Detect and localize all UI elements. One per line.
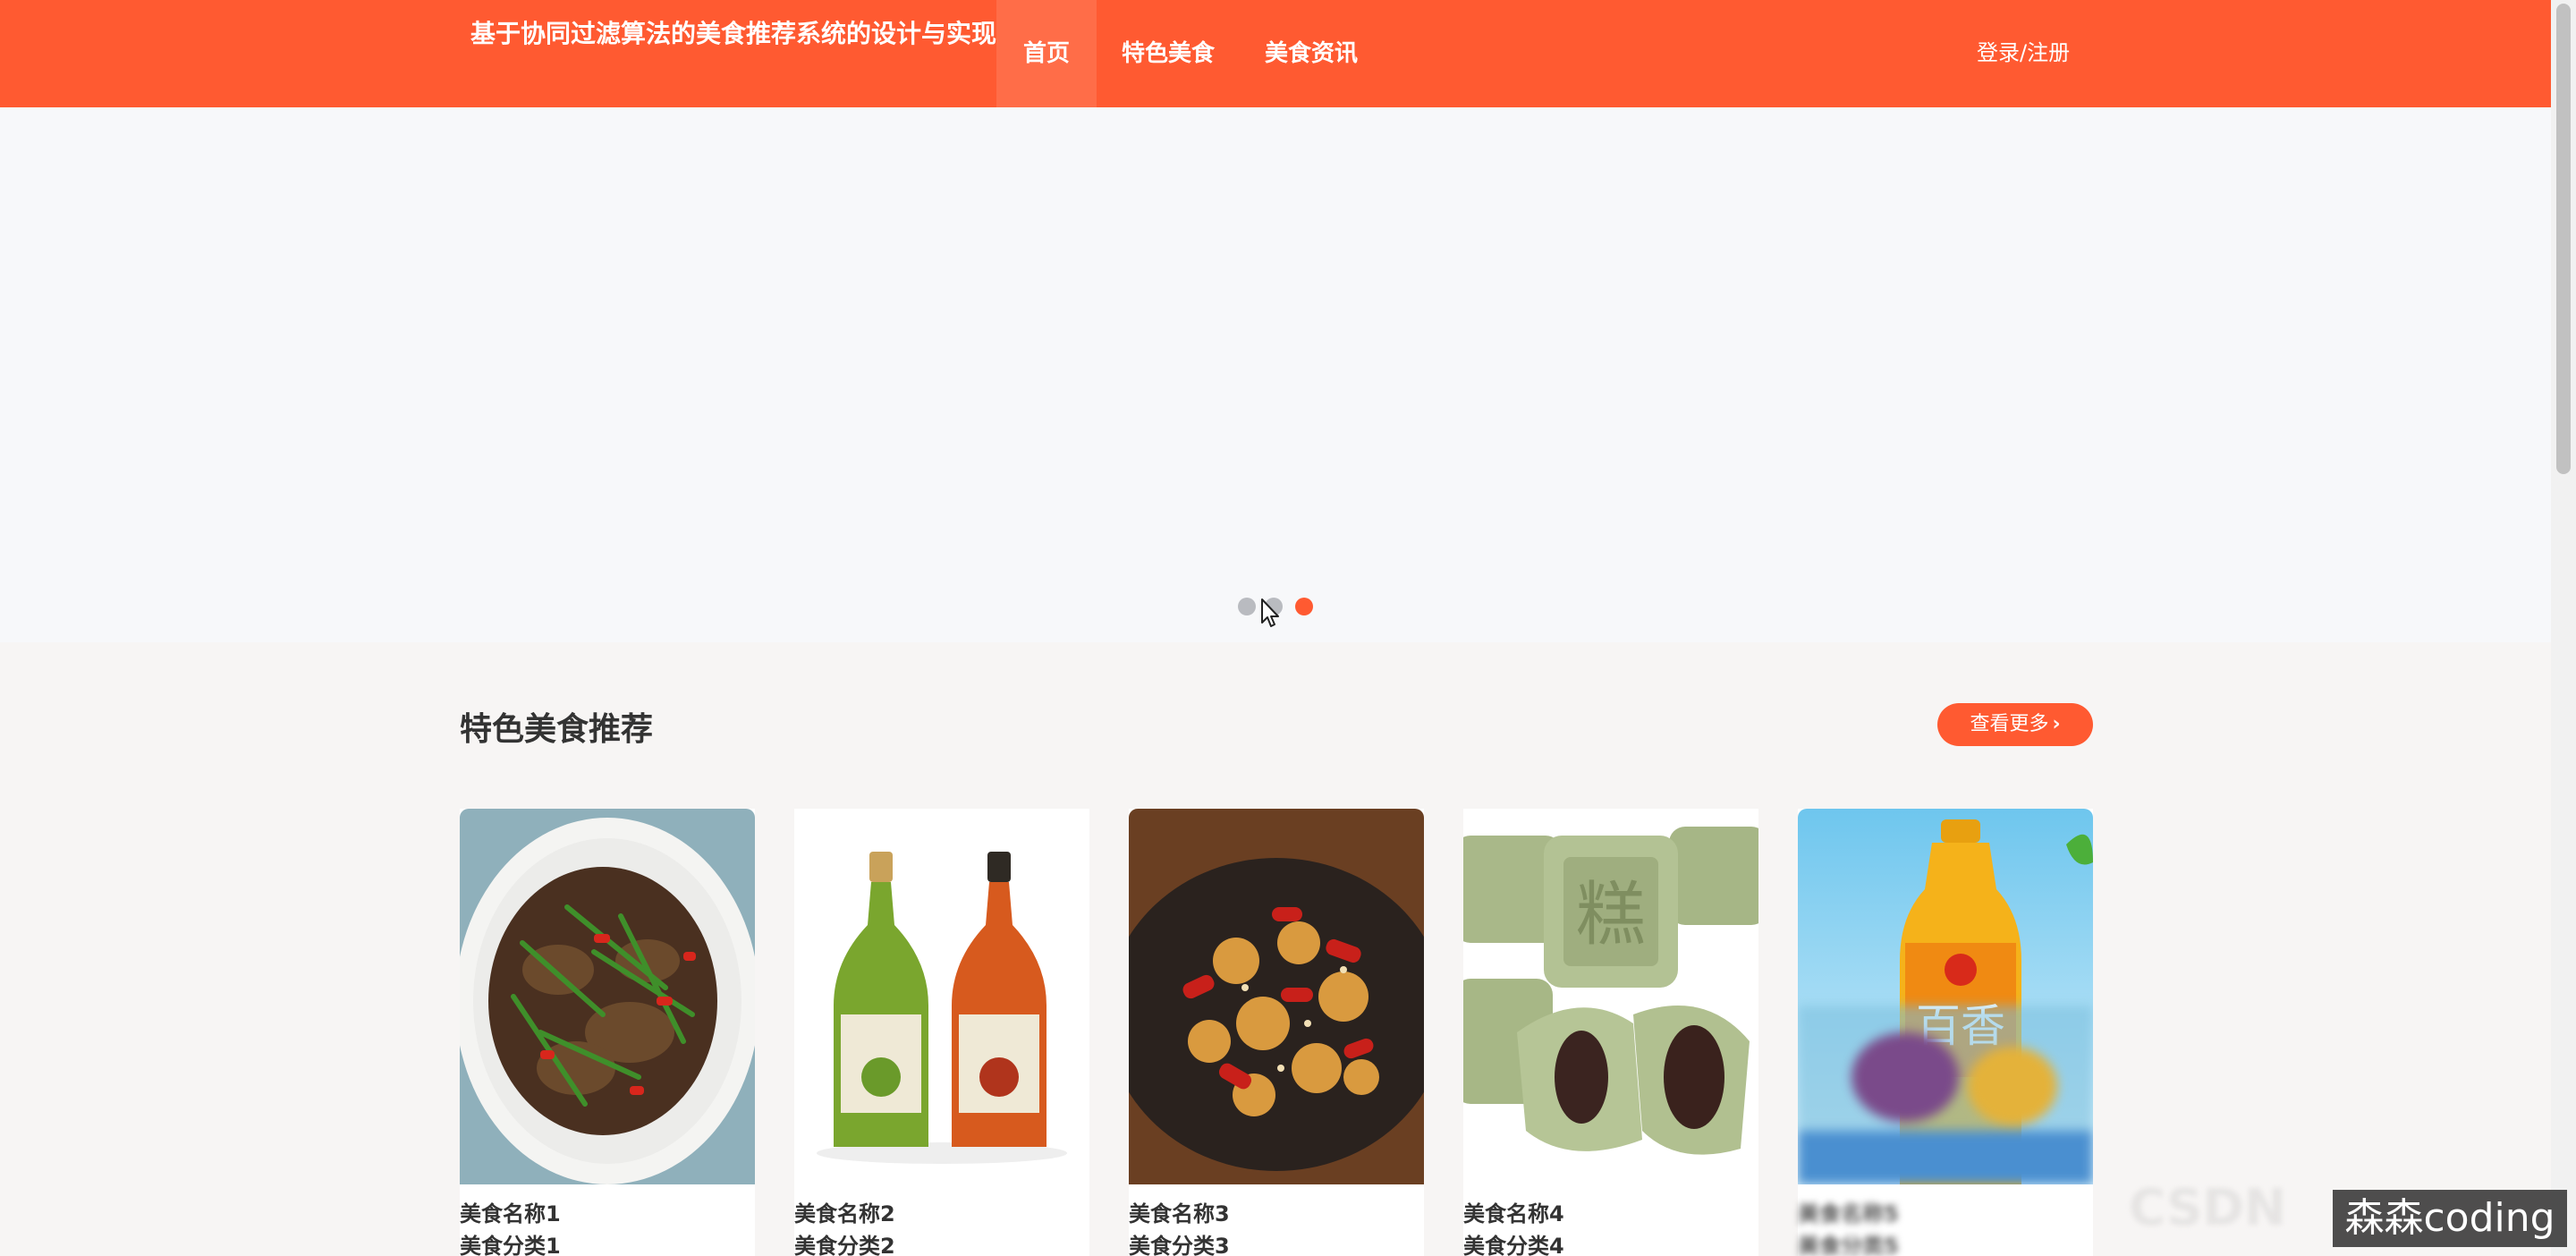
food-image-bottled-fruit-tea[interactable]: 百香 bbox=[1798, 809, 2093, 1184]
nav-featured-food[interactable]: 特色美食 bbox=[1097, 0, 1240, 107]
chevron-right-icon: › bbox=[2052, 713, 2061, 735]
blurred-watermark: CSDN bbox=[2129, 1179, 2286, 1237]
food-card[interactable]: 美食名称2 美食分类2 bbox=[794, 809, 1089, 1256]
view-more-label: 查看更多 bbox=[1970, 713, 2049, 735]
carousel-dot-1[interactable] bbox=[1238, 598, 1256, 615]
nav-home[interactable]: 首页 bbox=[996, 0, 1097, 107]
food-image-kung-pao-chicken[interactable] bbox=[1129, 809, 1424, 1184]
food-image-green-bean-cakes[interactable]: 糕 bbox=[1463, 809, 1758, 1184]
food-card[interactable]: 百香 美食名称5 美食分类5 bbox=[1798, 809, 2093, 1256]
banner-carousel[interactable] bbox=[0, 107, 2551, 642]
login-register-link[interactable]: 登录/注册 bbox=[1977, 0, 2070, 107]
carousel-dot-3[interactable] bbox=[1295, 598, 1313, 615]
food-card[interactable]: 美食名称3 美食分类3 bbox=[1129, 809, 1424, 1256]
food-name: 美食名称5 bbox=[1798, 1201, 1899, 1226]
food-category: 美食分类3 bbox=[1129, 1234, 1230, 1256]
food-name: 美食名称2 bbox=[794, 1201, 895, 1226]
mouse-cursor-icon bbox=[1261, 598, 1279, 627]
food-image-juice-bottles[interactable] bbox=[794, 809, 1089, 1184]
svg-text:糕: 糕 bbox=[1576, 875, 1646, 955]
food-category: 美食分类1 bbox=[460, 1234, 561, 1256]
food-card[interactable]: 美食名称1 美食分类1 bbox=[460, 809, 755, 1256]
food-category: 美食分类4 bbox=[1463, 1234, 1564, 1256]
view-more-button[interactable]: 查看更多 › bbox=[1937, 703, 2093, 746]
food-image-stir-fried-beef[interactable] bbox=[460, 809, 755, 1184]
site-title: 基于协同过滤算法的美食推荐系统的设计与实现 bbox=[470, 19, 996, 48]
food-category: 美食分类5 bbox=[1798, 1234, 1899, 1256]
nav-food-news[interactable]: 美食资讯 bbox=[1240, 0, 1383, 107]
food-card[interactable]: 糕 美食名称4 美食分类4 bbox=[1463, 809, 1758, 1256]
food-name: 美食名称3 bbox=[1129, 1201, 1230, 1226]
section-title: 特色美食推荐 bbox=[460, 711, 654, 748]
top-navbar: 基于协同过滤算法的美食推荐系统的设计与实现 首页 特色美食 美食资讯 登录/注册 bbox=[0, 0, 2551, 107]
food-category: 美食分类2 bbox=[794, 1234, 895, 1256]
food-name: 美食名称4 bbox=[1463, 1201, 1564, 1226]
food-name: 美食名称1 bbox=[460, 1201, 561, 1226]
scrollbar-thumb[interactable] bbox=[2556, 4, 2571, 474]
video-watermark: 森森coding bbox=[2333, 1190, 2567, 1247]
